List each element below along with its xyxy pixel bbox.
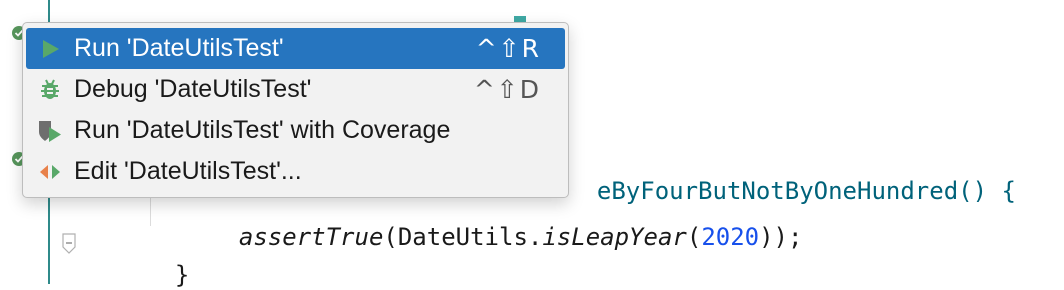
menu-item-label: Run 'DateUtilsTest' with Coverage xyxy=(74,116,451,144)
coverage-icon xyxy=(36,117,64,145)
code-class-ref: (DateUtils. xyxy=(383,223,543,251)
menu-item-run-with-coverage[interactable]: Run 'DateUtilsTest' with Coverage xyxy=(26,110,565,151)
menu-item-run[interactable]: Run 'DateUtilsTest' ^⇧R xyxy=(26,28,565,69)
code-line-close-brace[interactable]: } xyxy=(146,230,189,290)
assert-call: assertTrue xyxy=(238,223,384,251)
code-paren: ( xyxy=(686,223,702,251)
menu-item-edit-configuration[interactable]: Edit 'DateUtilsTest'... xyxy=(26,151,565,192)
code-end: )); xyxy=(759,223,803,251)
debug-icon xyxy=(36,76,64,104)
menu-item-label: Debug 'DateUtilsTest' xyxy=(74,75,312,103)
menu-item-shortcut: ^⇧D xyxy=(473,75,541,104)
close-brace: } xyxy=(174,261,190,289)
menu-item-label: Edit 'DateUtilsTest'... xyxy=(74,157,302,185)
menu-item-shortcut: ^⇧R xyxy=(475,34,541,63)
run-context-menu: Run 'DateUtilsTest' ^⇧R Debug 'DateUtils… xyxy=(22,22,569,198)
code-line-assert[interactable]: assertTrue(DateUtils.isLeapYear(2020)); xyxy=(210,192,803,252)
run-icon xyxy=(36,35,64,63)
edit-config-icon xyxy=(36,158,64,186)
menu-item-label: Run 'DateUtilsTest' xyxy=(74,34,284,62)
number-literal: 2020 xyxy=(701,223,760,251)
method-call: isLeapYear xyxy=(542,223,687,251)
menu-item-debug[interactable]: Debug 'DateUtilsTest' ^⇧D xyxy=(26,69,565,110)
fold-icon[interactable] xyxy=(61,233,77,260)
